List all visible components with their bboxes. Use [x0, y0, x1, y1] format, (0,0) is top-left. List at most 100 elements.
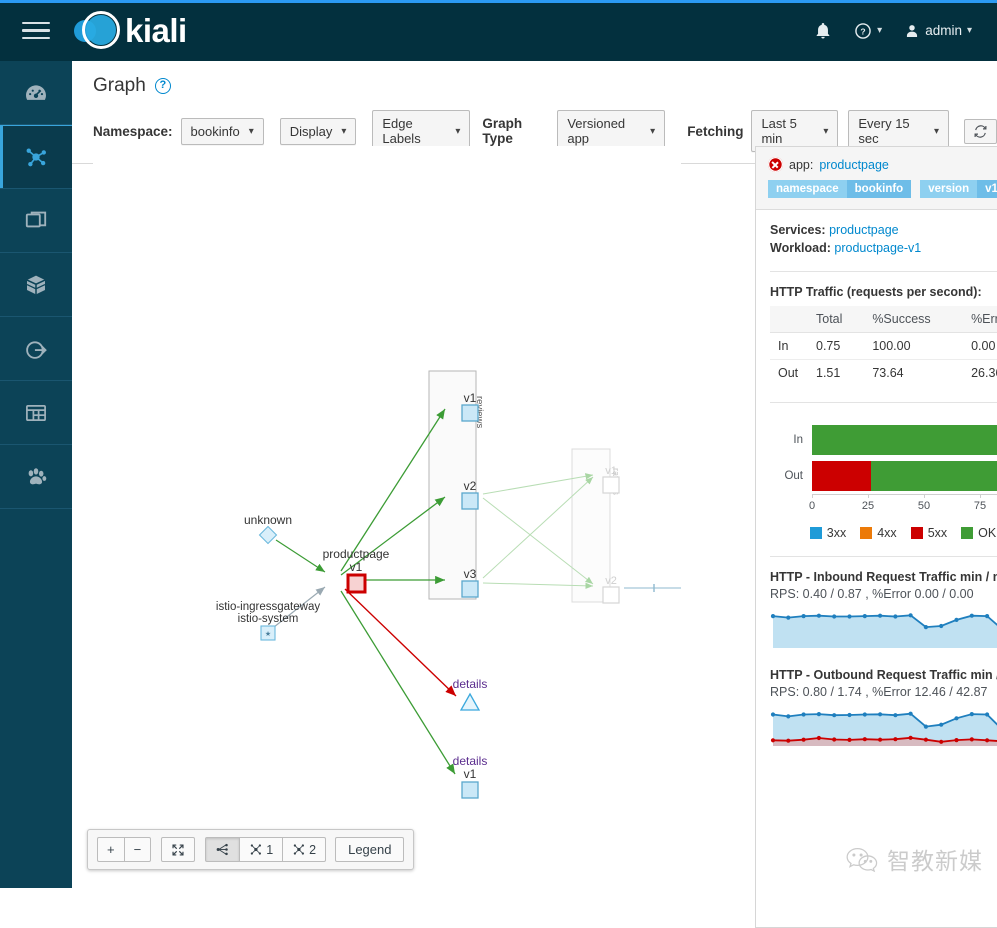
sparkline-point [878, 737, 883, 742]
graph-node-productpage-v1[interactable]: productpage v1 [323, 547, 390, 594]
sidebar-item-graph[interactable] [0, 125, 72, 189]
graph-canvas[interactable]: reviews ratings [93, 146, 681, 861]
sparkline-point [816, 712, 821, 717]
cell-success: 100.00 [864, 332, 964, 360]
error-circle-icon [768, 157, 783, 172]
graph-node-unknown[interactable]: unknown [244, 513, 292, 545]
user-menu-button[interactable]: admin ▾ [895, 15, 981, 47]
outbound-subtitle: RPS: 0.80 / 1.74 , %Error 12.46 / 42.87 [770, 685, 988, 699]
sparkline-point [786, 615, 791, 620]
bar-tick-label: 50 [917, 500, 931, 512]
graph-node-reviews-v1[interactable]: v1 [461, 391, 479, 422]
sparkline-point [832, 737, 837, 742]
layout-dagre-button[interactable] [205, 837, 241, 862]
legend-item-OK[interactable]: OK [961, 526, 996, 540]
sparkline-point [923, 625, 928, 630]
fit-to-screen-button[interactable] [161, 837, 196, 862]
page-container: Graph ? Namespace: bookinfo ▾ Display ▾ … [72, 61, 997, 928]
http-status-bar-chart: In Out 0 25 50 75 3xx 4xx 5xx OK [770, 416, 997, 540]
graph-controls-toolbar: + − 1 2 Legend [87, 829, 415, 870]
refresh-button[interactable] [964, 118, 997, 144]
layout-cose-1-button[interactable]: 1 [239, 837, 284, 862]
divider [770, 271, 997, 272]
duration-value: Last 5 min [761, 116, 797, 146]
applications-icon [25, 211, 47, 227]
page-title: Graph [93, 75, 146, 96]
edge-unknown-productpage [275, 539, 326, 573]
http-traffic-table: Total %Success %Error In 0.75 100.00 0.0… [770, 306, 997, 386]
sidebar-item-distributed-tracing[interactable] [0, 445, 72, 509]
sparkline-point [847, 737, 852, 742]
brand-logo-area[interactable]: kiali [72, 10, 187, 52]
divider [770, 402, 997, 403]
topology-graph-svg: reviews ratings [216, 370, 681, 799]
node-app-name[interactable]: productpage [819, 158, 889, 172]
legend-item-5xx[interactable]: 5xx [910, 526, 948, 540]
cell-total: 0.75 [808, 332, 865, 360]
zoom-out-button[interactable]: − [123, 837, 152, 862]
workload-value[interactable]: productpage-v1 [834, 241, 921, 255]
graph-node-reviews-v2[interactable]: v2 [461, 479, 479, 510]
chevron-down-icon: ▾ [248, 125, 254, 137]
display-dropdown[interactable]: Display ▾ [279, 117, 357, 145]
sparkline-point [862, 614, 867, 619]
bar-label-out: Out [784, 470, 803, 482]
sidebar-item-overview[interactable] [0, 61, 72, 125]
graph-node-reviews-v3[interactable]: v3 [461, 567, 479, 598]
notifications-button[interactable] [805, 14, 841, 48]
bar-row-in: In [770, 422, 997, 458]
legend-label: 5xx [927, 526, 948, 540]
namespace-dropdown[interactable]: bookinfo ▾ [180, 117, 264, 145]
bar-segment-5xx [812, 461, 872, 491]
table-row: Out 1.51 73.64 26.36 [770, 360, 997, 387]
sparkline-point [832, 614, 837, 619]
side-panel: app: productpage namespace bookinfo vers… [755, 146, 997, 928]
graph-toolbar: Namespace: bookinfo ▾ Display ▾ Edge Lab… [72, 97, 997, 152]
sparkline-point [923, 724, 928, 729]
sparkline-point [908, 711, 913, 716]
layout-cose-2-icon [293, 844, 305, 855]
sparkline-point [832, 713, 837, 718]
graph-node-istio-ingressgateway[interactable]: istio-ingressgateway istio-system ★ [216, 601, 320, 641]
help-menu-button[interactable]: ? ▾ [845, 14, 891, 48]
sparkline-point [770, 712, 776, 717]
legend-item-3xx[interactable]: 3xx [809, 526, 846, 540]
badge-namespace: namespace bookinfo [768, 180, 912, 198]
question-circle-icon[interactable]: ? [154, 78, 171, 94]
config-table-icon [26, 404, 46, 421]
legend-label: 4xx [877, 526, 897, 540]
edge-productpage-details-service [344, 588, 457, 697]
sparkline-point [770, 738, 776, 743]
zoom-in-button[interactable]: + [97, 837, 125, 862]
fetching-label: Fetching [687, 123, 744, 139]
svg-text:v3: v3 [464, 567, 477, 581]
sidebar-item-workloads[interactable] [0, 253, 72, 317]
legend-item-4xx[interactable]: 4xx [860, 526, 897, 540]
layout-cose-2-button[interactable]: 2 [282, 837, 327, 862]
brand-name: kiali [125, 11, 187, 49]
svg-text:v2: v2 [605, 575, 617, 587]
graph-node-ratings-v1[interactable]: v1 [602, 465, 620, 494]
bar-tick-label: 0 [808, 500, 816, 512]
refresh-interval-value: Every 15 sec [858, 116, 910, 146]
graph-node-ratings-v2[interactable]: v2 [602, 575, 620, 604]
bar-tick-label: 75 [973, 500, 987, 512]
display-label: Display [289, 123, 333, 139]
chevron-down-icon: ▾ [966, 25, 972, 36]
services-value[interactable]: productpage [829, 223, 899, 237]
cell-error: 0.00 [963, 332, 997, 360]
bar-x-axis: 0255075100 [808, 494, 997, 518]
sidebar-nav [0, 61, 72, 888]
svg-text:details: details [453, 754, 488, 768]
graph-node-details-v1[interactable]: details v1 [453, 754, 488, 799]
sidebar-item-services[interactable] [0, 317, 72, 381]
sidebar-item-istio-config[interactable] [0, 381, 72, 445]
namespace-label: Namespace: [93, 123, 173, 139]
graph-node-details-service[interactable]: details [453, 677, 488, 711]
legend-button[interactable]: Legend [335, 837, 405, 862]
cell-error: 26.36 [971, 366, 997, 380]
badge-version: version v1 [920, 180, 997, 198]
cell-total: 1.51 [816, 366, 841, 380]
hamburger-menu-button[interactable] [0, 0, 72, 61]
sidebar-item-applications[interactable] [0, 189, 72, 253]
